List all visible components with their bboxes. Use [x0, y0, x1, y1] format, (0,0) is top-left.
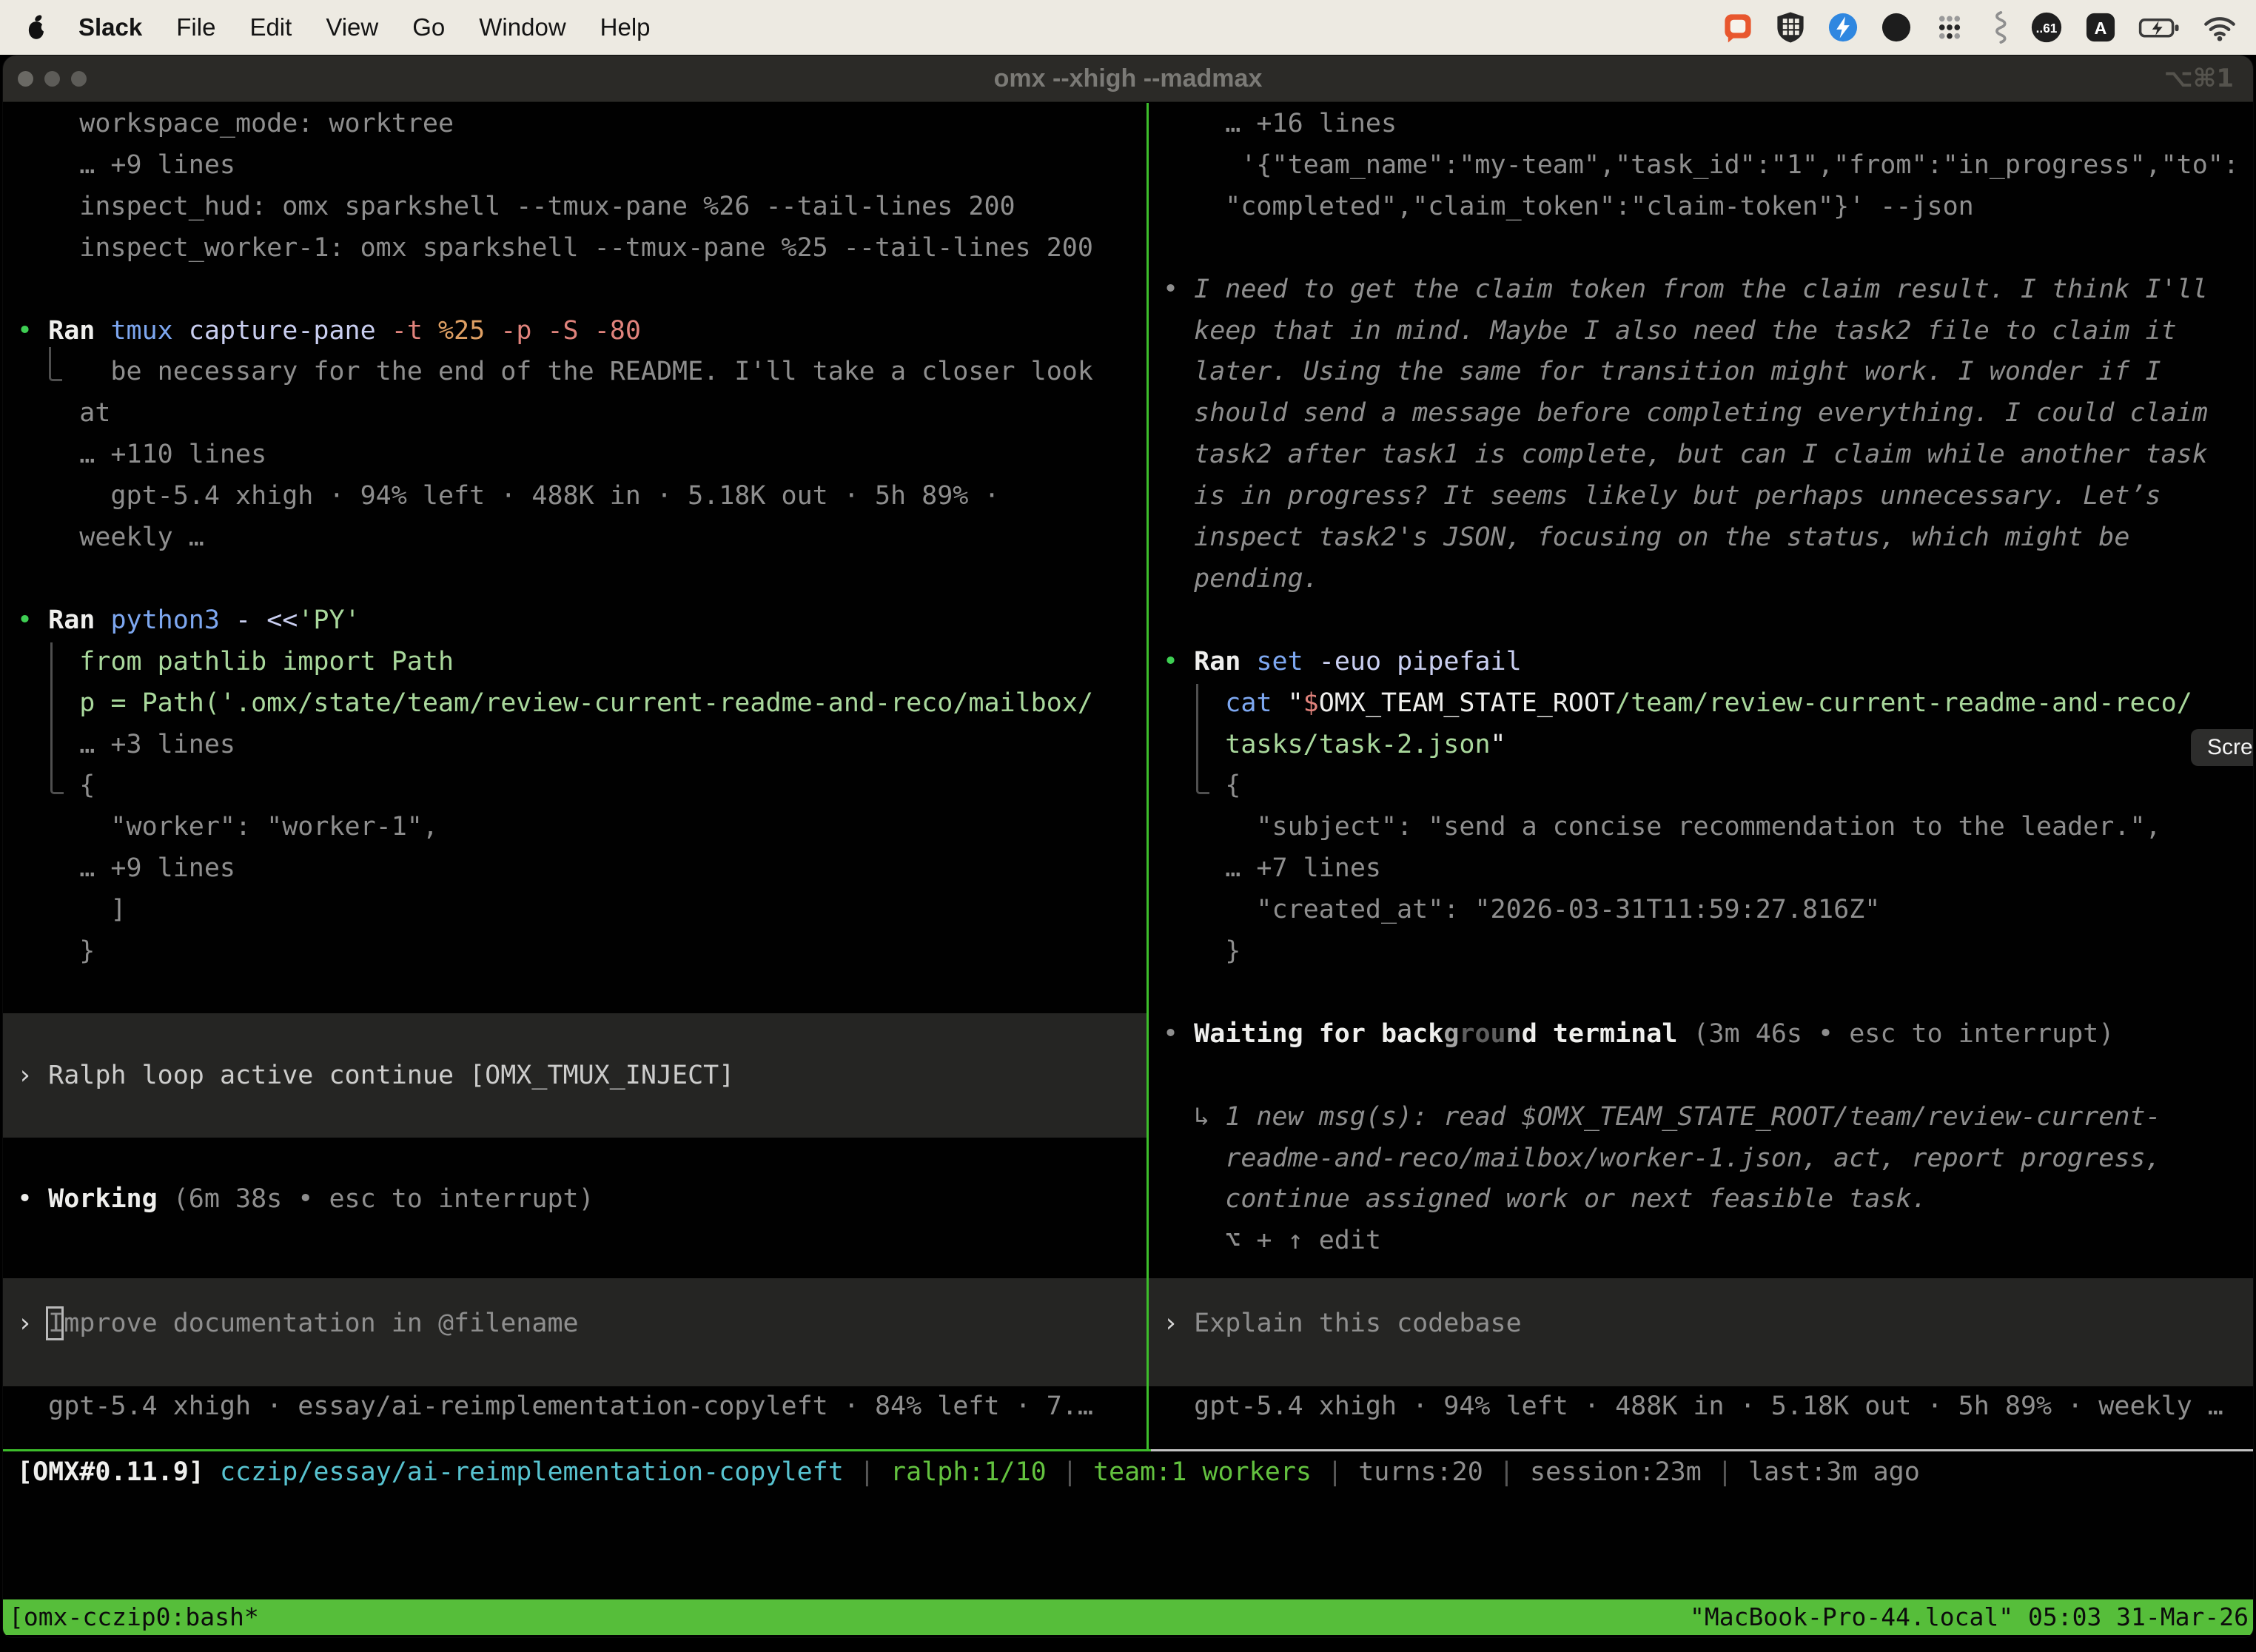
terminal-line: [OMX#0.11.9] cczip/essay/ai-reimplementa…: [17, 1451, 1920, 1493]
terminal-line: … +9 lines: [17, 144, 235, 186]
terminal-line: workspace_mode: worktree: [17, 103, 454, 144]
terminal-line: weekly …: [17, 517, 204, 558]
pane-divider-horizontal[interactable]: [1151, 1449, 2253, 1451]
tmux-window-name[interactable]: [omx-cczip0:bash*: [9, 1599, 259, 1635]
terminal-line: pending.: [1163, 558, 1319, 600]
terminal-line: continue assigned work or next feasible …: [1163, 1178, 1927, 1220]
terminal-line: later. Using the same for transition mig…: [1163, 351, 2161, 392]
terminal-line: gpt-5.4 xhigh · 94% left · 488K in · 5.1…: [1163, 1386, 2223, 1427]
tmux-status-bar: [omx-cczip0:bash* "MacBook-Pro-44.local"…: [3, 1599, 2253, 1635]
terminal-line: cat "$OMX_TEAM_STATE_ROOT/team/review-cu…: [1163, 682, 2192, 724]
apple-menu-icon[interactable]: [25, 14, 47, 41]
terminal-line: "worker": "worker-1",: [17, 806, 438, 847]
terminal-line: › Ralph loop active continue [OMX_TMUX_I…: [17, 1055, 734, 1096]
terminal-line: tasks/task-2.json": [1163, 724, 1506, 765]
menu-status-icons: ..61 A: [1722, 10, 2237, 44]
terminal-line: ⌥ + ↑ edit: [1163, 1220, 1381, 1261]
input-source-icon[interactable]: A: [2084, 11, 2117, 44]
menu-item-window[interactable]: Window: [479, 13, 565, 41]
worker-pane: workspace_mode: worktree … +9 lines insp…: [3, 103, 1147, 1449]
terminal-line: › Explain this codebase: [1163, 1303, 1522, 1344]
terminal-line: • Working (6m 38s • esc to interrupt): [17, 1178, 594, 1220]
terminal-line: }: [17, 930, 95, 972]
terminal-line: be necessary for the end of the README. …: [17, 351, 1093, 392]
terminal-line: … +9 lines: [17, 847, 235, 889]
heredoc-corner-guide: [50, 642, 64, 794]
terminal-line: inspect_worker-1: omx sparkshell --tmux-…: [17, 227, 1093, 269]
svg-text:..61: ..61: [2036, 21, 2058, 36]
terminal-line: … +7 lines: [1163, 847, 1381, 889]
keystroke-badge-icon[interactable]: ..61: [2030, 10, 2064, 44]
terminal-window: omx --xhigh --madmax ⌥⌘1 workspace_mode:…: [3, 56, 2253, 1637]
terminal-line: inspect task2's JSON, focusing on the st…: [1163, 517, 2129, 558]
tmux-session: workspace_mode: worktree … +9 lines insp…: [3, 103, 2253, 1637]
screen-edge-tooltip: Scre: [2191, 729, 2253, 766]
hud-pane: … +16 lines '{"team_name":"my-team","tas…: [1149, 103, 2253, 1449]
terminal-line: is in progress? It seems likely but perh…: [1163, 475, 2161, 517]
terminal-line: • Ran tmux capture-pane -t %25 -p -S -80: [17, 310, 641, 352]
moon-contrast-icon[interactable]: [1880, 11, 1913, 44]
menu-item-help[interactable]: Help: [600, 13, 651, 41]
menu-item-app[interactable]: Slack: [78, 13, 142, 41]
terminal-line: task2 after task1 is complete, but can I…: [1163, 434, 2208, 475]
terminal-line: gpt-5.4 xhigh · essay/ai-reimplementatio…: [17, 1386, 1093, 1427]
wifi-icon[interactable]: [2203, 11, 2237, 44]
terminal-line: › Improve documentation in @filename: [17, 1303, 579, 1344]
squiggle-icon[interactable]: [1987, 10, 2009, 44]
terminal-line: "subject": "send a concise recommendatio…: [1163, 806, 2161, 847]
terminal-line: at: [17, 392, 110, 434]
svg-text:A: A: [2095, 19, 2107, 38]
pane-divider-horizontal-active[interactable]: [3, 1449, 1151, 1451]
terminal-line: from pathlib import Path: [17, 641, 454, 682]
terminal-line: • I need to get the claim token from the…: [1163, 269, 2208, 310]
terminal-line: should send a message before completing …: [1163, 392, 2208, 434]
terminal-line: '{"team_name":"my-team","task_id":"1","f…: [1163, 144, 2239, 186]
terminal-line: readme-and-reco/mailbox/worker-1.json, a…: [1163, 1138, 2161, 1179]
chat-notification-icon[interactable]: [1722, 11, 1754, 44]
terminal-line: "completed","claim_token":"claim-token"}…: [1163, 186, 1974, 227]
output-corner-guide: [49, 347, 62, 381]
window-title: omx --xhigh --madmax: [3, 56, 2253, 102]
window-titlebar[interactable]: omx --xhigh --madmax ⌥⌘1: [3, 56, 2253, 102]
terminal-line: • Ran python3 - <<'PY': [17, 600, 360, 641]
menu-item-go[interactable]: Go: [412, 13, 445, 41]
menu-item-edit[interactable]: Edit: [249, 13, 292, 41]
menu-item-file[interactable]: File: [176, 13, 215, 41]
terminal-line: • Waiting for background terminal (3m 46…: [1163, 1013, 2114, 1055]
terminal-line: }: [1163, 930, 1241, 972]
terminal-line: … +110 lines: [17, 434, 266, 475]
terminal-line: … +16 lines: [1163, 103, 1397, 144]
tmux-host-clock: "MacBook-Pro-44.local" 05:03 31-Mar-26: [1690, 1599, 2249, 1635]
cat-corner-guide: [1196, 684, 1209, 794]
terminal-line: gpt-5.4 xhigh · 94% left · 488K in · 5.1…: [17, 475, 1000, 517]
window-shortcut-hint: ⌥⌘1: [2164, 56, 2234, 102]
terminal-line: ↳ 1 new msg(s): read $OMX_TEAM_STATE_ROO…: [1163, 1096, 2161, 1138]
pane-divider-vertical[interactable]: [1147, 103, 1149, 1449]
terminal-line: "created_at": "2026-03-31T11:59:27.816Z": [1163, 889, 1880, 930]
terminal-line: inspect_hud: omx sparkshell --tmux-pane …: [17, 186, 1015, 227]
menu-item-view[interactable]: View: [326, 13, 378, 41]
terminal-line: ]: [17, 889, 127, 930]
menu-bar: Slack File Edit View Go Window Help: [0, 0, 2256, 55]
battery-icon[interactable]: [2138, 11, 2182, 44]
terminal-line: p = Path('.omx/state/team/review-current…: [17, 682, 1093, 724]
bolt-badge-icon[interactable]: [1827, 11, 1859, 44]
dots-grid-icon[interactable]: [1933, 11, 1966, 44]
grid-shield-icon[interactable]: [1775, 11, 1806, 44]
terminal-line: keep that in mind. Maybe I also need the…: [1163, 310, 2177, 352]
terminal-line: • Ran set -euo pipefail: [1163, 641, 1522, 682]
text-cursor: [46, 1306, 64, 1340]
